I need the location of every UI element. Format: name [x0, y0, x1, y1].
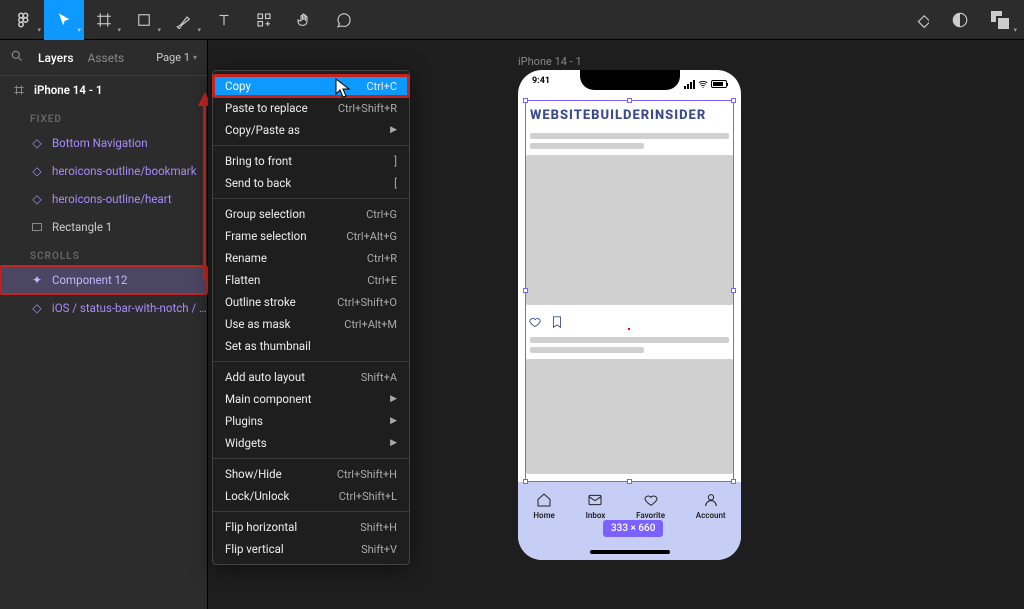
figma-menu[interactable]: ▾ — [4, 0, 44, 40]
nav-favorite[interactable]: Favorite — [636, 492, 665, 520]
menu-plugins[interactable]: Plugins▶ — [213, 410, 409, 432]
layer-rectangle[interactable]: Rectangle 1 — [0, 213, 207, 241]
rectangle-icon — [30, 222, 44, 232]
menu-flipv[interactable]: Flip verticalShift+V — [213, 538, 409, 560]
layer-bottom-nav[interactable]: ◇ Bottom Navigation — [0, 129, 207, 157]
text-tool[interactable] — [204, 0, 244, 40]
menu-bring-front[interactable]: Bring to front] — [213, 150, 409, 172]
component-icon: ◇ — [30, 301, 44, 315]
menu-flatten[interactable]: FlattenCtrl+E — [213, 269, 409, 291]
home-indicator — [590, 550, 670, 554]
menu-paste-replace[interactable]: Paste to replaceCtrl+Shift+R — [213, 97, 409, 119]
menu-fliph[interactable]: Flip horizontalShift+H — [213, 516, 409, 538]
battery-icon — [711, 80, 727, 88]
heart-icon — [528, 315, 542, 329]
center-marker — [628, 328, 630, 330]
component-icon: ◇ — [30, 192, 44, 206]
scrolls-section: SCROLLS — [0, 241, 207, 266]
frame-layer[interactable]: iPhone 14 - 1 — [0, 76, 207, 104]
selection-dimensions: 333 × 660 — [603, 520, 663, 537]
menu-widgets[interactable]: Widgets▶ — [213, 432, 409, 454]
hand-tool[interactable] — [284, 0, 324, 40]
layer-label: iOS / status-bar-with-notch / ... — [52, 301, 207, 315]
layers-tab[interactable]: Layers — [38, 51, 74, 65]
assets-tab[interactable]: Assets — [88, 51, 125, 65]
placeholder-line — [530, 133, 729, 139]
top-toolbar: ▾ ▾ ▾ ▾ ▾ ▾ — [0, 0, 1024, 40]
layer-statusbar[interactable]: ◇ iOS / status-bar-with-notch / ... — [0, 294, 207, 322]
bookmark-icon — [550, 315, 564, 329]
placeholder-line — [530, 347, 644, 353]
component-set-icon: ✦ — [30, 273, 44, 287]
frame-tool[interactable]: ▾ — [84, 0, 124, 40]
menu-outline[interactable]: Outline strokeCtrl+Shift+O — [213, 291, 409, 313]
boolean-tool[interactable]: ▾ — [980, 0, 1020, 40]
layer-heart[interactable]: ◇ heroicons-outline/heart — [0, 185, 207, 213]
nav-inbox[interactable]: Inbox — [586, 492, 606, 520]
component-badge-icon[interactable] — [900, 0, 940, 40]
menu-showhide[interactable]: Show/HideCtrl+Shift+H — [213, 463, 409, 485]
frame-icon — [12, 84, 26, 96]
component-icon: ◇ — [30, 136, 44, 150]
placeholder-line — [530, 143, 644, 149]
iphone-frame[interactable]: 9:41 WEBSITEBUILDERINSIDER Home Inbox — [518, 70, 741, 560]
placeholder-block — [526, 359, 733, 474]
status-time: 9:41 — [532, 76, 550, 92]
layer-label: heroicons-outline/bookmark — [52, 164, 197, 178]
layer-label: heroicons-outline/heart — [52, 192, 172, 206]
menu-copy-paste-as[interactable]: Copy/Paste as▶ — [213, 119, 409, 141]
placeholder-line — [530, 337, 729, 343]
shape-tool[interactable]: ▾ — [124, 0, 164, 40]
resources-tool[interactable] — [244, 0, 284, 40]
page-selector[interactable]: Page 1▾ — [156, 51, 197, 64]
menu-frame[interactable]: Frame selectionCtrl+Alt+G — [213, 225, 409, 247]
scroll-content: WEBSITEBUILDERINSIDER — [526, 102, 733, 482]
layer-label: Component 12 — [52, 273, 128, 287]
mask-mode-icon[interactable] — [940, 0, 980, 40]
menu-send-back[interactable]: Send to back[ — [213, 172, 409, 194]
pen-tool[interactable]: ▾ — [164, 0, 204, 40]
menu-group[interactable]: Group selectionCtrl+G — [213, 203, 409, 225]
nav-home[interactable]: Home — [533, 492, 554, 520]
layer-label: Rectangle 1 — [52, 220, 112, 234]
context-menu: CopyCtrl+C Paste to replaceCtrl+Shift+R … — [212, 70, 410, 565]
menu-lock[interactable]: Lock/UnlockCtrl+Shift+L — [213, 485, 409, 507]
placeholder-block — [526, 155, 733, 305]
wifi-icon — [698, 80, 708, 88]
menu-copy[interactable]: CopyCtrl+C — [213, 75, 409, 97]
fixed-section: FIXED — [0, 104, 207, 129]
menu-rename[interactable]: RenameCtrl+R — [213, 247, 409, 269]
menu-main-component[interactable]: Main component▶ — [213, 388, 409, 410]
menu-autolayout[interactable]: Add auto layoutShift+A — [213, 366, 409, 388]
canvas-frame-label[interactable]: iPhone 14 - 1 — [518, 55, 582, 68]
component-icon: ◇ — [30, 164, 44, 178]
layer-bookmark[interactable]: ◇ heroicons-outline/bookmark — [0, 157, 207, 185]
layer-label: Bottom Navigation — [52, 136, 148, 150]
layer-label: iPhone 14 - 1 — [34, 83, 102, 97]
panel-header: Layers Assets Page 1▾ — [0, 40, 207, 76]
signal-icon — [684, 80, 695, 89]
menu-mask[interactable]: Use as maskCtrl+Alt+M — [213, 313, 409, 335]
search-icon[interactable] — [10, 49, 24, 66]
menu-thumb[interactable]: Set as thumbnail — [213, 335, 409, 357]
layers-panel: Layers Assets Page 1▾ iPhone 14 - 1 FIXE… — [0, 40, 208, 609]
layer-component12-selected[interactable]: ✦ Component 12 — [0, 266, 207, 294]
nav-account[interactable]: Account — [696, 492, 726, 520]
move-tool[interactable]: ▾ — [44, 0, 84, 40]
comment-tool[interactable] — [324, 0, 364, 40]
status-bar: 9:41 — [518, 76, 741, 92]
content-title: WEBSITEBUILDERINSIDER — [526, 102, 733, 129]
